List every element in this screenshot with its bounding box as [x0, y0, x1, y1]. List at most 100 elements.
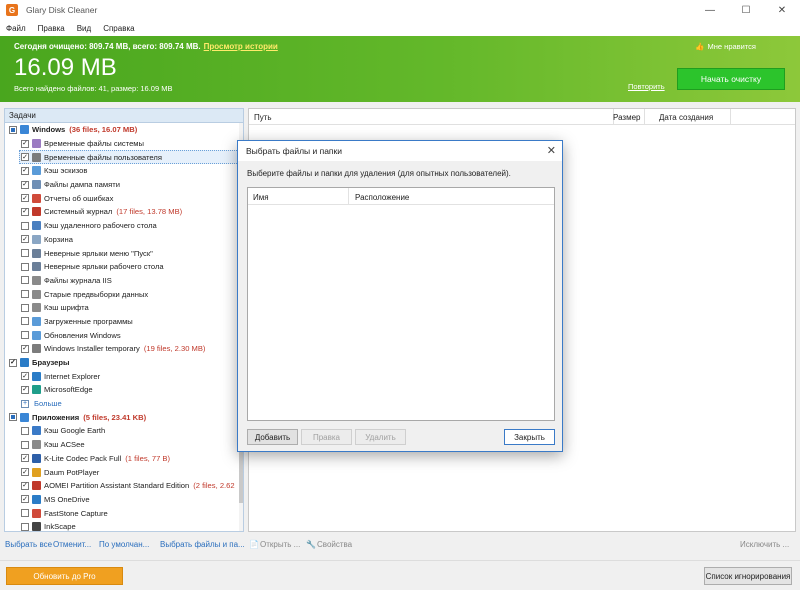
- task-item-row[interactable]: Загруженные программы: [5, 315, 243, 329]
- task-checkbox[interactable]: ✓: [21, 481, 29, 490]
- task-item-row[interactable]: Неверные ярлыки рабочего стола: [5, 260, 243, 274]
- like-button[interactable]: 👍 Мне нравится: [695, 42, 756, 51]
- more-link[interactable]: Больше: [34, 399, 62, 408]
- task-item-row[interactable]: FastStone Capture: [5, 506, 243, 520]
- menu-help[interactable]: Справка: [103, 24, 134, 33]
- close-dialog-button[interactable]: Закрыть: [504, 429, 555, 445]
- task-checkbox[interactable]: [21, 317, 29, 326]
- task-checkbox[interactable]: [21, 262, 29, 271]
- exclude-link[interactable]: Исключить ...: [740, 540, 789, 549]
- file-list[interactable]: Имя Расположение: [247, 187, 555, 421]
- task-item-row[interactable]: ✓ MS OneDrive: [5, 493, 243, 507]
- task-checkbox[interactable]: ✓: [21, 385, 29, 394]
- delete-button[interactable]: Удалить: [355, 429, 406, 445]
- task-group-row[interactable]: Приложения (5 files, 23.41 KB): [5, 410, 243, 424]
- task-checkbox[interactable]: ✓: [21, 207, 29, 216]
- task-icon: [32, 152, 41, 162]
- add-button[interactable]: Добавить: [247, 429, 298, 445]
- task-item-row[interactable]: Кэш Google Earth: [5, 424, 243, 438]
- task-checkbox[interactable]: [21, 303, 29, 312]
- task-item-row[interactable]: ✓ Daum PotPlayer: [5, 465, 243, 479]
- task-checkbox[interactable]: [21, 290, 29, 299]
- title-bar: G Glary Disk Cleaner — ☐ ✕: [0, 0, 800, 20]
- upgrade-to-pro-button[interactable]: Обновить до Pro: [6, 567, 123, 585]
- task-item-row[interactable]: ✓ Windows Installer temporary (19 files, 2…: [5, 342, 243, 356]
- column-location[interactable]: Расположение: [355, 193, 409, 202]
- task-item-row[interactable]: Кэш удаленного рабочего стола: [5, 219, 243, 233]
- task-icon: [32, 316, 41, 326]
- task-item-row[interactable]: ✓ MicrosoftEdge: [5, 383, 243, 397]
- task-checkbox[interactable]: [21, 221, 29, 230]
- start-cleaning-button[interactable]: Начать очистку: [677, 68, 785, 90]
- task-checkbox[interactable]: ✓: [9, 358, 17, 367]
- edit-button[interactable]: Правка: [301, 429, 352, 445]
- task-checkbox[interactable]: ✓: [21, 194, 29, 203]
- menu-edit[interactable]: Правка: [38, 24, 65, 33]
- menu-file[interactable]: Файл: [6, 24, 26, 33]
- task-label: Daum PotPlayer: [44, 467, 100, 477]
- task-item-row[interactable]: ✓ AOMEI Partition Assistant Standard Edit…: [5, 479, 243, 493]
- task-item-row[interactable]: ✓ Кэш эскизов: [5, 164, 243, 178]
- task-item-row[interactable]: Старые предвыборки данных: [5, 287, 243, 301]
- task-checkbox[interactable]: ✓: [21, 344, 29, 353]
- task-checkbox[interactable]: ✓: [21, 468, 29, 477]
- task-item-row[interactable]: ✓ Временные файлы системы: [5, 137, 243, 151]
- column-size[interactable]: Размер: [613, 113, 641, 122]
- tasks-heading: Задачи: [5, 109, 243, 123]
- task-item-row[interactable]: ✓ K-Lite Codec Pack Full (1 files, 77 B): [5, 452, 243, 466]
- more-row[interactable]: + Больше: [5, 397, 243, 411]
- task-checkbox[interactable]: [21, 249, 29, 258]
- task-item-row[interactable]: ✓ Internet Explorer: [5, 369, 243, 383]
- task-item-row[interactable]: Файлы журнала IIS: [5, 274, 243, 288]
- task-item-row[interactable]: Кэш ACSee: [5, 438, 243, 452]
- dialog-close-icon[interactable]: ✕: [547, 144, 556, 157]
- task-item-row[interactable]: Кэш шрифта: [5, 301, 243, 315]
- like-label: Мне нравится: [707, 42, 756, 51]
- task-item-row[interactable]: ✓ Корзина: [5, 233, 243, 247]
- task-checkbox[interactable]: [21, 276, 29, 285]
- task-item-row[interactable]: ✓ Файлы дампа памяти: [5, 178, 243, 192]
- task-checkbox[interactable]: [9, 413, 17, 422]
- task-group-row[interactable]: Windows (36 files, 16.07 MB): [5, 123, 243, 137]
- open-link[interactable]: Открыть ...: [260, 540, 300, 549]
- deselect-all-link[interactable]: Отменит...: [53, 540, 91, 549]
- ignore-list-button[interactable]: Список игнорирования: [704, 567, 792, 585]
- task-checkbox[interactable]: [21, 522, 29, 531]
- task-checkbox[interactable]: ✓: [21, 235, 29, 244]
- task-checkbox[interactable]: ✓: [21, 180, 29, 189]
- task-checkbox[interactable]: ✓: [21, 495, 29, 504]
- properties-link[interactable]: Свойства: [317, 540, 352, 549]
- task-checkbox[interactable]: [21, 509, 29, 518]
- column-date-created[interactable]: Дата создания: [659, 113, 713, 122]
- task-group-row[interactable]: ✓ Браузеры: [5, 356, 243, 370]
- select-all-link[interactable]: Выбрать все: [5, 540, 52, 549]
- task-checkbox[interactable]: ✓: [21, 166, 29, 175]
- task-checkbox[interactable]: [21, 440, 29, 449]
- menu-bar: Файл Правка Вид Справка: [0, 20, 800, 36]
- task-checkbox[interactable]: ✓: [21, 153, 29, 162]
- task-checkbox[interactable]: ✓: [21, 139, 29, 148]
- column-name[interactable]: Имя: [253, 193, 269, 202]
- task-item-row[interactable]: ✓ Временные файлы пользователя: [5, 150, 243, 165]
- close-window-button[interactable]: ✕: [764, 0, 800, 20]
- expand-plus-icon[interactable]: +: [21, 399, 29, 408]
- task-checkbox[interactable]: ✓: [21, 454, 29, 463]
- task-checkbox[interactable]: ✓: [21, 372, 29, 381]
- minimize-button[interactable]: —: [692, 0, 728, 20]
- column-path[interactable]: Путь: [254, 113, 272, 122]
- task-checkbox[interactable]: [9, 125, 17, 134]
- task-item-row[interactable]: InkScape: [5, 520, 243, 531]
- task-icon: [32, 303, 41, 313]
- select-files-folders-link[interactable]: Выбрать файлы и па...: [160, 540, 245, 549]
- task-item-row[interactable]: Обновления Windows: [5, 328, 243, 342]
- menu-view[interactable]: Вид: [77, 24, 91, 33]
- task-item-row[interactable]: Неверные ярлыки меню "Пуск": [5, 246, 243, 260]
- task-checkbox[interactable]: [21, 426, 29, 435]
- repeat-scan-link[interactable]: Повторить: [628, 82, 665, 91]
- task-checkbox[interactable]: [21, 331, 29, 340]
- task-item-row[interactable]: ✓ Системный журнал (17 files, 13.78 MB): [5, 205, 243, 219]
- task-item-row[interactable]: ✓ Отчеты об ошибках: [5, 191, 243, 205]
- maximize-button[interactable]: ☐: [728, 0, 764, 20]
- default-selection-link[interactable]: По умолчан...: [99, 540, 149, 549]
- view-history-link[interactable]: Просмотр истории: [204, 42, 278, 51]
